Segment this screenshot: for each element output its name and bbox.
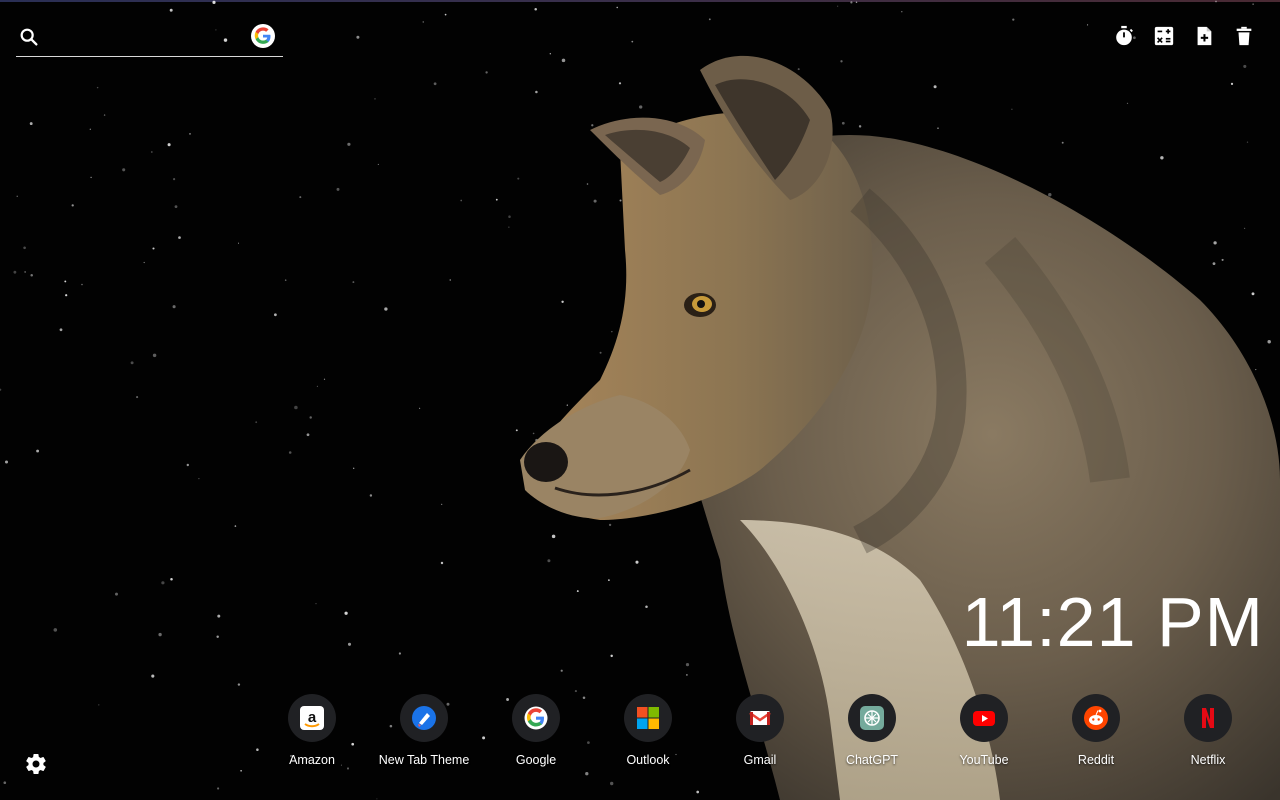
- toolbar: [1112, 24, 1256, 48]
- shortcut-label: Netflix: [1190, 753, 1226, 767]
- new-tab-page: 11:21 PM a Amazon New Tab Theme Google O…: [0, 0, 1280, 800]
- shortcut-gmail[interactable]: Gmail: [704, 694, 816, 767]
- shortcut-circle: [400, 694, 448, 742]
- google-icon[interactable]: [251, 24, 275, 48]
- timer-icon: [1116, 25, 1133, 46]
- amazon-icon: a: [300, 706, 324, 730]
- new-tab-theme-icon: [412, 706, 436, 730]
- shortcut-circle: [512, 694, 560, 742]
- shortcut-circle: a: [288, 694, 336, 742]
- shortcut-circle: [848, 694, 896, 742]
- chatgpt-icon: [860, 706, 884, 730]
- wolf-wallpaper: [520, 55, 1280, 800]
- shortcut-label: Outlook: [626, 753, 670, 767]
- search-input[interactable]: [48, 24, 248, 52]
- gmail-icon: [749, 711, 771, 725]
- shortcut-label: Reddit: [1077, 753, 1115, 767]
- shortcut-circle: [736, 694, 784, 742]
- shortcut-label: New Tab Theme: [378, 753, 470, 767]
- shortcut-circle: [624, 694, 672, 742]
- shortcut-label: Google: [515, 753, 557, 767]
- shortcut-new-tab-theme[interactable]: New Tab Theme: [368, 694, 480, 767]
- netflix-icon: [1202, 708, 1214, 728]
- youtube-icon: [973, 711, 995, 726]
- add-note-button[interactable]: [1192, 24, 1216, 48]
- google-icon: [524, 706, 548, 730]
- search-icon[interactable]: [18, 26, 40, 48]
- clock: 11:21 PM: [961, 583, 1264, 661]
- gear-icon[interactable]: [24, 752, 48, 776]
- shortcut-label: ChatGPT: [845, 753, 899, 767]
- shortcut-google[interactable]: Google: [480, 694, 592, 767]
- shortcut-circle: [1184, 694, 1232, 742]
- timer-button[interactable]: [1112, 24, 1136, 48]
- outlook-icon: [637, 707, 659, 729]
- search-bar: [16, 20, 283, 57]
- shortcut-label: Gmail: [743, 753, 777, 767]
- calculator-button[interactable]: [1152, 24, 1176, 48]
- trash-icon: [1236, 26, 1252, 46]
- calculator-icon: [1154, 26, 1174, 46]
- shortcut-circle: [960, 694, 1008, 742]
- shortcut-circle: [1072, 694, 1120, 742]
- trash-button[interactable]: [1232, 24, 1256, 48]
- shortcut-label: YouTube: [959, 753, 1009, 767]
- shortcuts-bar: a Amazon New Tab Theme Google Outlook Gm…: [256, 694, 1264, 767]
- shortcut-youtube[interactable]: YouTube: [928, 694, 1040, 767]
- shortcut-chatgpt[interactable]: ChatGPT: [816, 694, 928, 767]
- shortcut-netflix[interactable]: Netflix: [1152, 694, 1264, 767]
- shortcut-reddit[interactable]: Reddit: [1040, 694, 1152, 767]
- shortcut-amazon[interactable]: a Amazon: [256, 694, 368, 767]
- add-note-icon: [1197, 26, 1212, 46]
- shortcut-label: Amazon: [289, 753, 335, 767]
- svg-text:a: a: [308, 709, 317, 726]
- shortcut-outlook[interactable]: Outlook: [592, 694, 704, 767]
- reddit-icon: [1084, 706, 1108, 730]
